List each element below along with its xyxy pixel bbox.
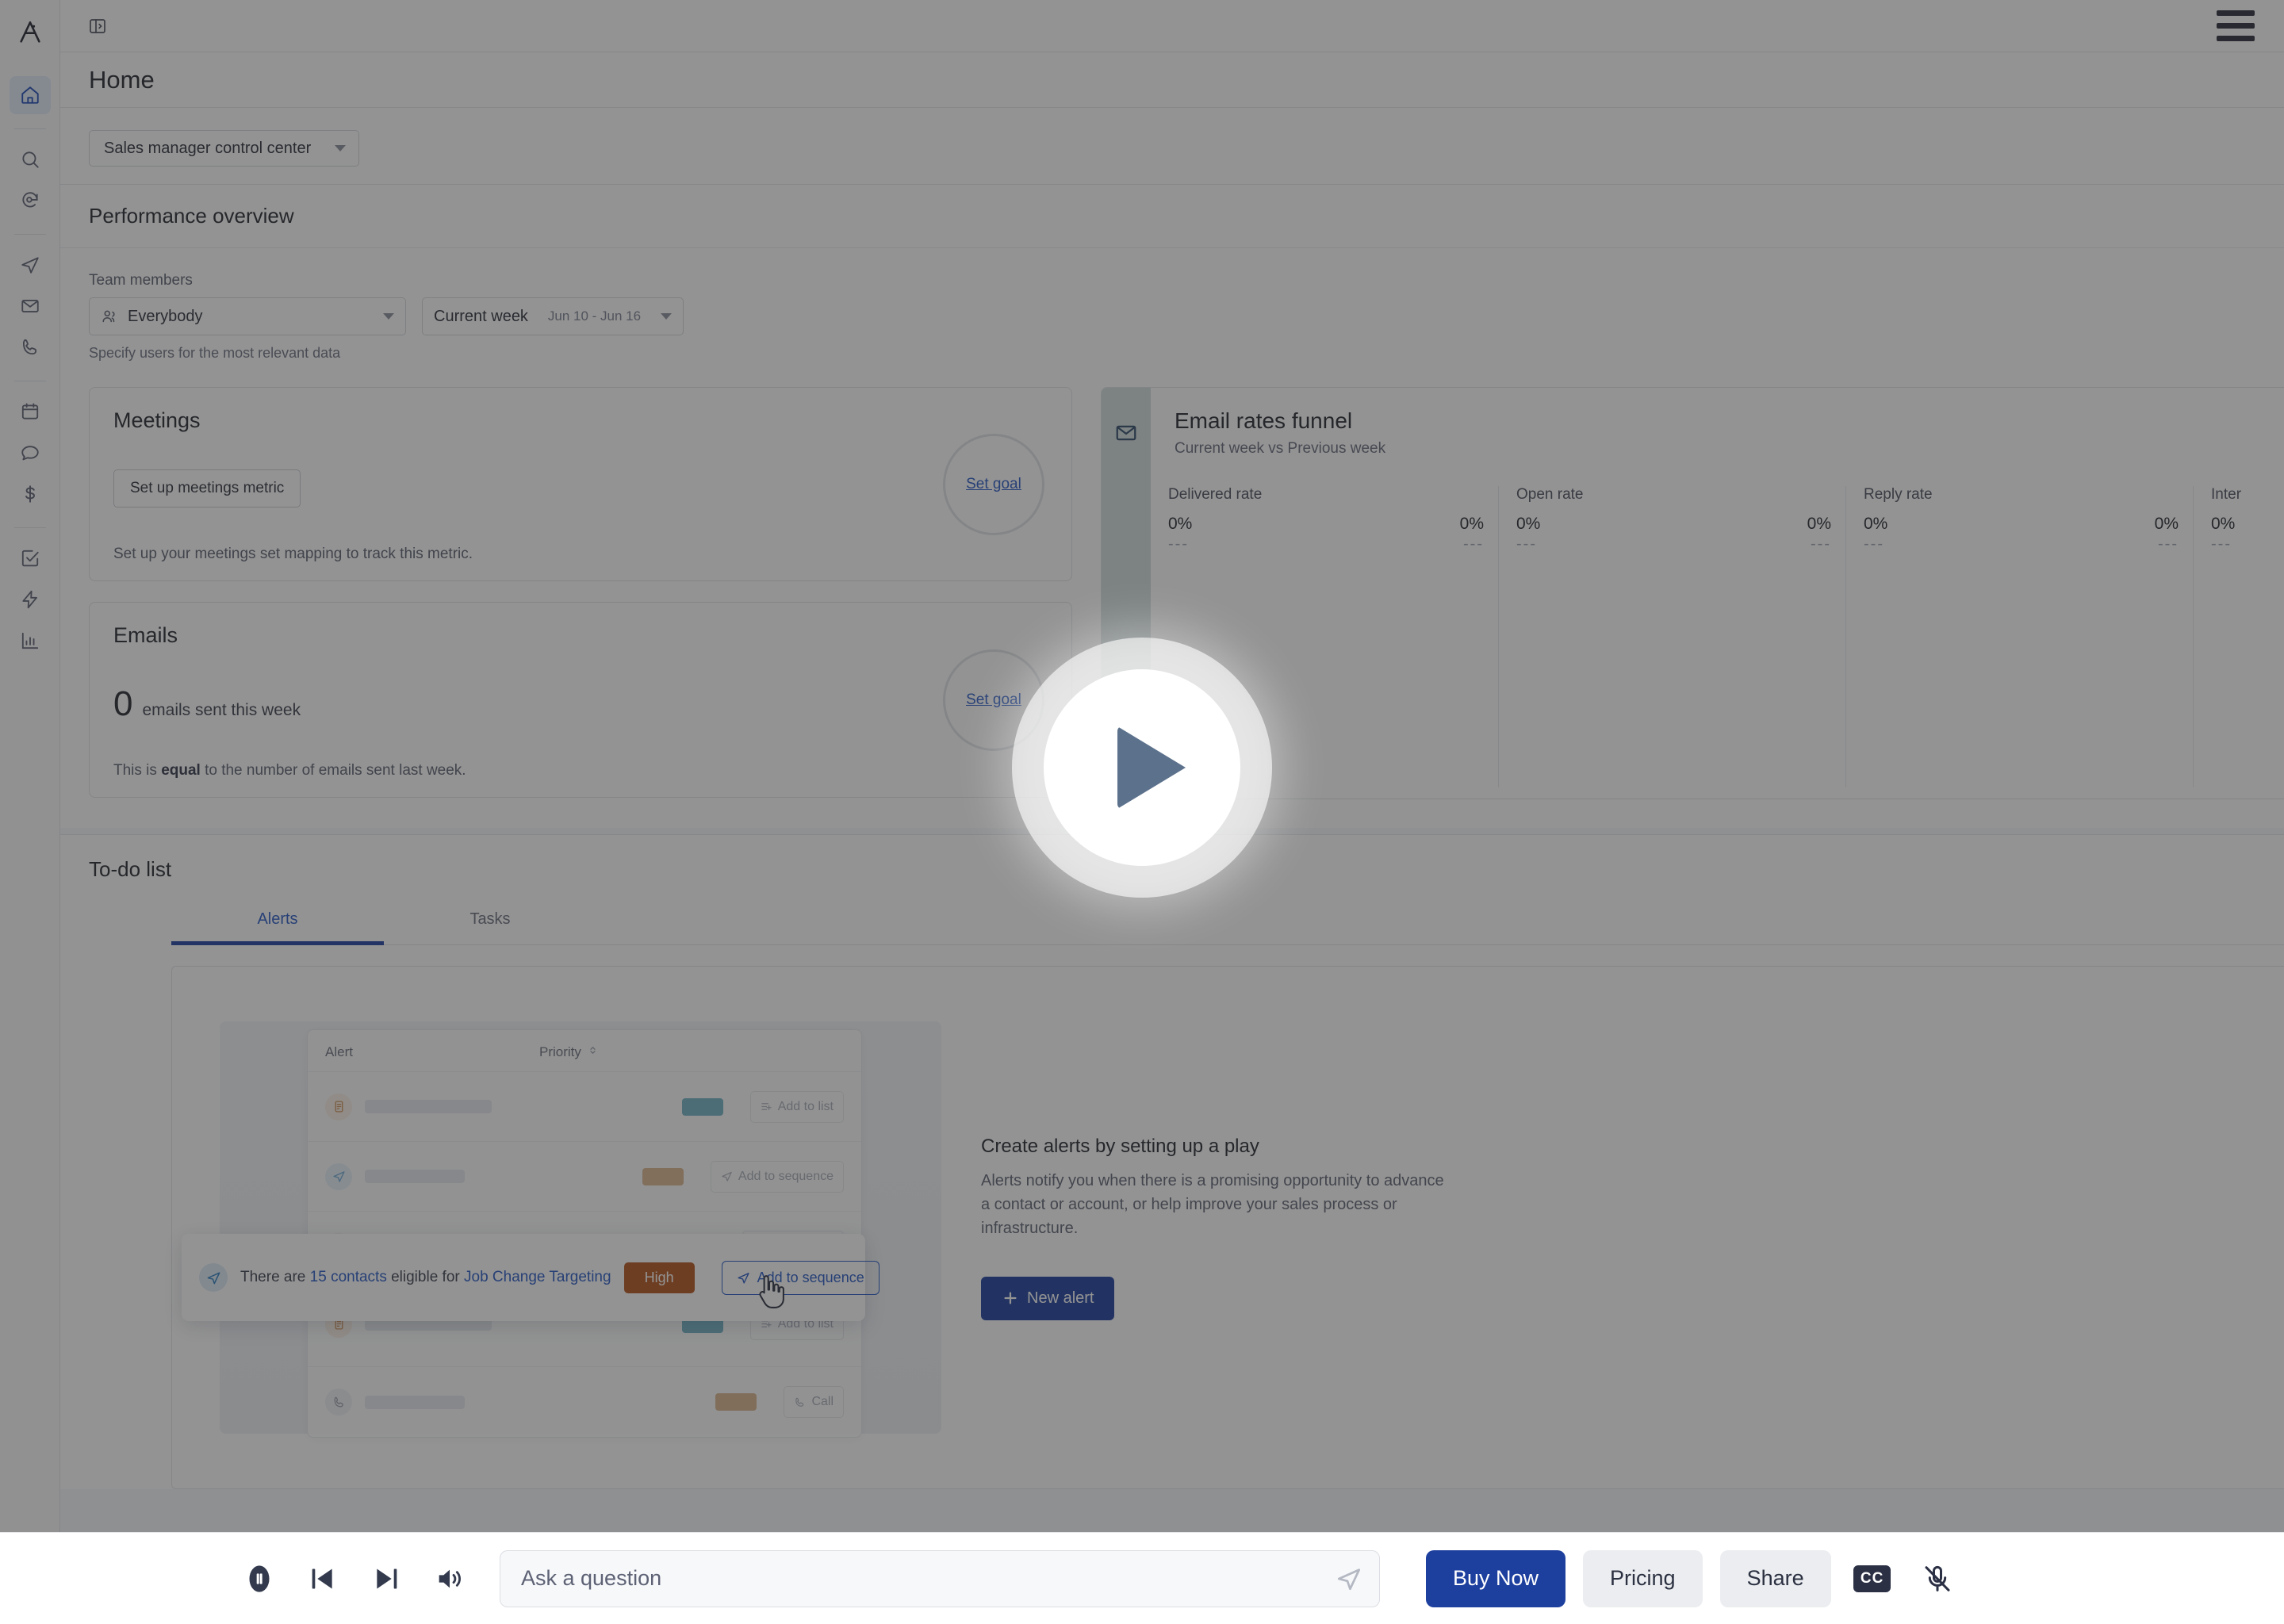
volume-button[interactable] (428, 1557, 471, 1600)
play-button[interactable] (1044, 669, 1240, 866)
ask-question-wrap (500, 1549, 1380, 1607)
volume-icon (439, 1569, 461, 1588)
mic-mute-button[interactable] (1914, 1555, 1961, 1603)
share-button[interactable]: Share (1719, 1549, 1831, 1607)
mic-muted-icon (1925, 1565, 1950, 1591)
captions-button[interactable]: CC (1849, 1555, 1896, 1603)
pause-button[interactable] (238, 1557, 281, 1600)
play-icon (1117, 726, 1186, 809)
send-icon[interactable] (1332, 1562, 1366, 1595)
skip-forward-icon (377, 1568, 397, 1588)
player-control-bar: Buy Now Pricing Share CC (0, 1532, 2284, 1624)
pause-icon (249, 1565, 270, 1592)
skip-back-icon (312, 1568, 332, 1588)
play-overlay (0, 0, 2284, 1535)
ask-question-input[interactable] (500, 1549, 1380, 1607)
next-button[interactable] (365, 1557, 408, 1600)
playback-controls (238, 1557, 471, 1600)
buy-now-button[interactable]: Buy Now (1426, 1549, 1566, 1607)
pricing-button[interactable]: Pricing (1583, 1549, 1703, 1607)
video-player-frame: Home Sales manager control center Perfor… (0, 0, 2284, 1624)
previous-button[interactable] (301, 1557, 344, 1600)
cc-label: CC (1853, 1565, 1891, 1592)
